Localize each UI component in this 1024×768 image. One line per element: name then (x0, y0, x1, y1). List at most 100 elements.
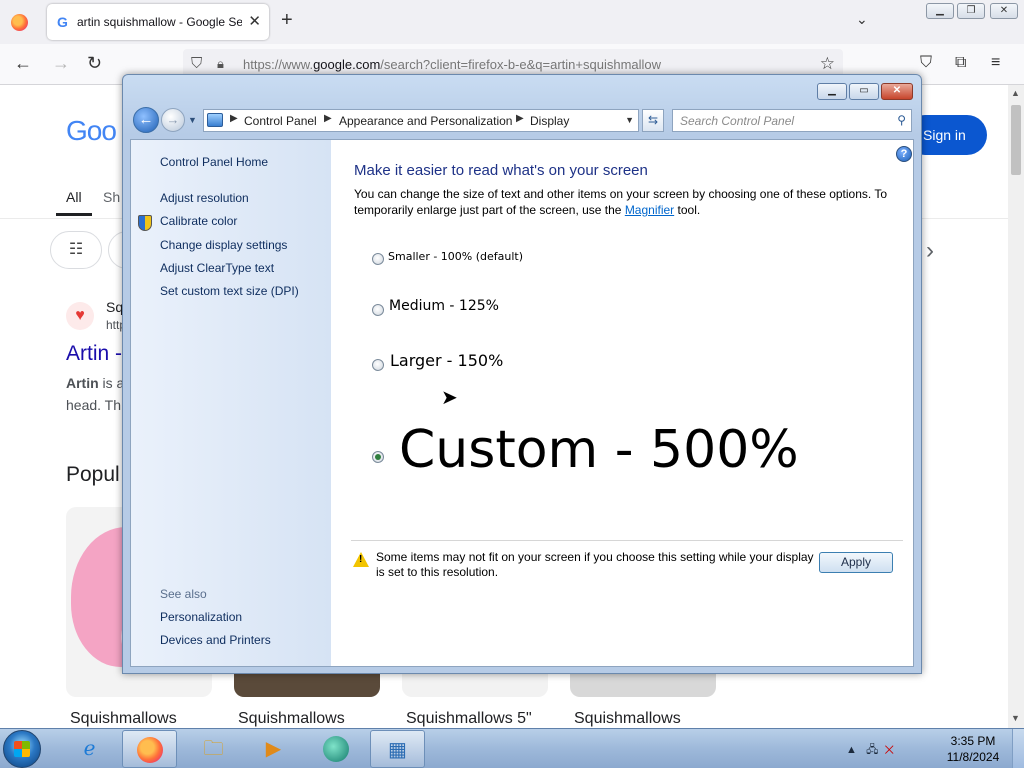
bookmark-star-icon[interactable]: ☆ (820, 54, 835, 74)
page-description: You can change the size of text and othe… (354, 187, 888, 217)
minimize-button[interactable]: ▁ (926, 3, 954, 19)
product-name[interactable]: Squishmallows (238, 710, 345, 728)
back-arrow-icon[interactable]: ← (133, 107, 159, 133)
restore-button[interactable]: ❐ (957, 3, 985, 19)
radio-smaller[interactable] (372, 253, 384, 265)
see-also-label: See also (160, 587, 207, 601)
product-name[interactable]: Squishmallows 5" (406, 710, 532, 728)
close-button[interactable]: ✕ (881, 83, 913, 100)
scrollbar-thumb[interactable] (1011, 105, 1021, 175)
internet-explorer-icon[interactable]: ℯ (62, 730, 117, 768)
scroll-down-icon[interactable]: ▼ (1011, 713, 1020, 723)
page-title: Make it easier to read what's on your sc… (354, 162, 648, 179)
forward-arrow-icon[interactable]: → (52, 53, 70, 74)
page-scrollbar[interactable]: ▲ ▼ (1008, 85, 1024, 728)
new-tab-button[interactable]: + (281, 9, 293, 32)
radio-custom[interactable] (372, 451, 384, 463)
start-button[interactable] (3, 730, 41, 768)
tab-close-icon[interactable]: ✕ (248, 12, 261, 30)
option-label-larger[interactable]: Larger - 150% (390, 351, 503, 370)
breadcrumb[interactable]: ▶ Control Panel ▶ Appearance and Persona… (203, 109, 639, 132)
filters-chip[interactable]: ☷ (50, 231, 102, 269)
tracking-shield-icon[interactable]: ⛉ (191, 55, 202, 72)
control-panel-icon (207, 113, 223, 127)
firefox-taskbar-icon[interactable] (122, 730, 177, 768)
network-icon: 🖧︎ (866, 744, 879, 756)
clock-time: 3:35 PM (950, 734, 996, 748)
hamburger-menu-icon[interactable]: ≡ (991, 54, 1000, 72)
result-snippet: Artin is a (66, 375, 125, 391)
chevron-right-icon[interactable]: ▶ (516, 113, 524, 124)
sidebar-item-personalization[interactable]: Personalization (160, 610, 242, 624)
pocket-icon[interactable]: ⛉ (920, 54, 932, 72)
apply-button[interactable]: Apply (819, 552, 893, 573)
radio-larger[interactable] (372, 359, 384, 371)
taskbar: ℯ 🗀 ▶ ▦ ▲ 🖧︎ ✕ 3:35 PM 11/8/2024 (0, 728, 1024, 768)
show-desktop-button[interactable] (1012, 729, 1024, 768)
help-icon[interactable]: ? (896, 146, 912, 162)
search-input[interactable]: Search Control Panel ⚲ (672, 109, 912, 132)
option-label-smaller[interactable]: Smaller - 100% (default) (388, 250, 523, 263)
caption-buttons: ▁ ▭ ✕ (817, 83, 913, 103)
address-bar-row: ← → ▼ ▶ Control Panel ▶ Appearance and P… (131, 105, 915, 135)
radio-medium[interactable] (372, 304, 384, 316)
option-label-medium[interactable]: Medium - 125% (389, 298, 499, 314)
breadcrumb-control-panel[interactable]: Control Panel (244, 114, 317, 128)
breadcrumb-appearance[interactable]: Appearance and Personalization (339, 114, 512, 128)
sliders-icon: ☷ (68, 241, 84, 258)
browser-tab[interactable]: G artin squishmallow - Google Se ✕ (47, 4, 269, 40)
tab-shopping[interactable]: Sh (103, 189, 120, 205)
sidebar-item-cleartype[interactable]: Adjust ClearType text (160, 261, 274, 275)
scroll-up-icon[interactable]: ▲ (1011, 88, 1020, 98)
search-icon[interactable]: ⚲ (897, 113, 906, 127)
forward-arrow-icon[interactable]: → (161, 108, 185, 132)
list-all-tabs-icon[interactable]: ⌄ (856, 11, 868, 28)
result-site-name: Sq (106, 299, 124, 315)
chevron-right-icon[interactable]: ▶ (230, 113, 238, 124)
breadcrumb-display[interactable]: Display (530, 114, 569, 128)
recent-pages-dropdown-icon[interactable]: ▼ (188, 115, 197, 125)
tab-all[interactable]: All (66, 189, 82, 205)
reload-icon[interactable]: ↻ (87, 53, 102, 74)
sidebar-item-home[interactable]: Control Panel Home (160, 155, 268, 169)
clock[interactable]: 3:35 PM 11/8/2024 (938, 733, 1008, 765)
volume-muted-icon: ✕ (884, 744, 894, 756)
sidebar: Control Panel Home Adjust resolution Cal… (131, 140, 331, 666)
squishmallow-favicon-icon: ♥ (66, 302, 94, 330)
media-player-icon[interactable]: ▶ (246, 730, 301, 768)
warning-message: Some items may not fit on your screen if… (376, 550, 814, 579)
sidebar-item-devices-printers[interactable]: Devices and Printers (160, 633, 271, 647)
control-panel-taskbar-icon[interactable]: ▦ (370, 730, 425, 768)
sidebar-item-custom-text-size[interactable]: Set custom text size (DPI) (160, 284, 299, 298)
file-explorer-icon[interactable]: 🗀 (186, 730, 241, 768)
back-arrow-icon[interactable]: ← (14, 53, 32, 74)
sidebar-item-calibrate-color[interactable]: Calibrate color (160, 214, 237, 228)
tab-all-underline (56, 213, 92, 216)
google-logo[interactable]: Goo (66, 115, 117, 147)
product-name[interactable]: Squishmallows (574, 710, 681, 728)
sidebar-item-adjust-resolution[interactable]: Adjust resolution (160, 191, 249, 205)
result-title-link[interactable]: Artin - (66, 342, 122, 366)
magnifier-link[interactable]: Magnifier (625, 203, 674, 217)
lock-icon[interactable]: 🔒︎ (217, 56, 224, 72)
chevron-right-icon[interactable]: › (926, 237, 934, 265)
address-dropdown-icon[interactable]: ▼ (625, 115, 634, 125)
tray-icons[interactable]: ▲ 🖧︎ ✕ (846, 741, 894, 760)
extensions-icon[interactable]: ⧉ (955, 54, 966, 72)
product-name[interactable]: Squishmallows (70, 710, 177, 728)
minimize-button[interactable]: ▁ (817, 83, 847, 100)
maximize-button[interactable]: ▭ (849, 83, 879, 100)
sidebar-item-change-display-settings[interactable]: Change display settings (160, 238, 287, 252)
firefox-tab-bar: G artin squishmallow - Google Se ✕ + ⌄ ▁… (0, 0, 1024, 44)
url-text[interactable]: https://www.google.com/search?client=fir… (243, 57, 661, 72)
chevron-up-icon: ▲ (846, 744, 857, 756)
warning-icon: ! (353, 552, 369, 567)
close-window-button[interactable]: ✕ (990, 3, 1018, 19)
option-label-custom[interactable]: Custom - 500% (399, 420, 799, 480)
app-icon[interactable] (308, 730, 363, 768)
firefox-menu-icon[interactable] (11, 14, 28, 31)
chevron-right-icon[interactable]: ▶ (324, 113, 332, 124)
google-favicon-icon: G (57, 14, 68, 30)
refresh-icon[interactable]: ⇆ (642, 109, 664, 132)
mouse-cursor-icon: ➤ (441, 387, 458, 409)
